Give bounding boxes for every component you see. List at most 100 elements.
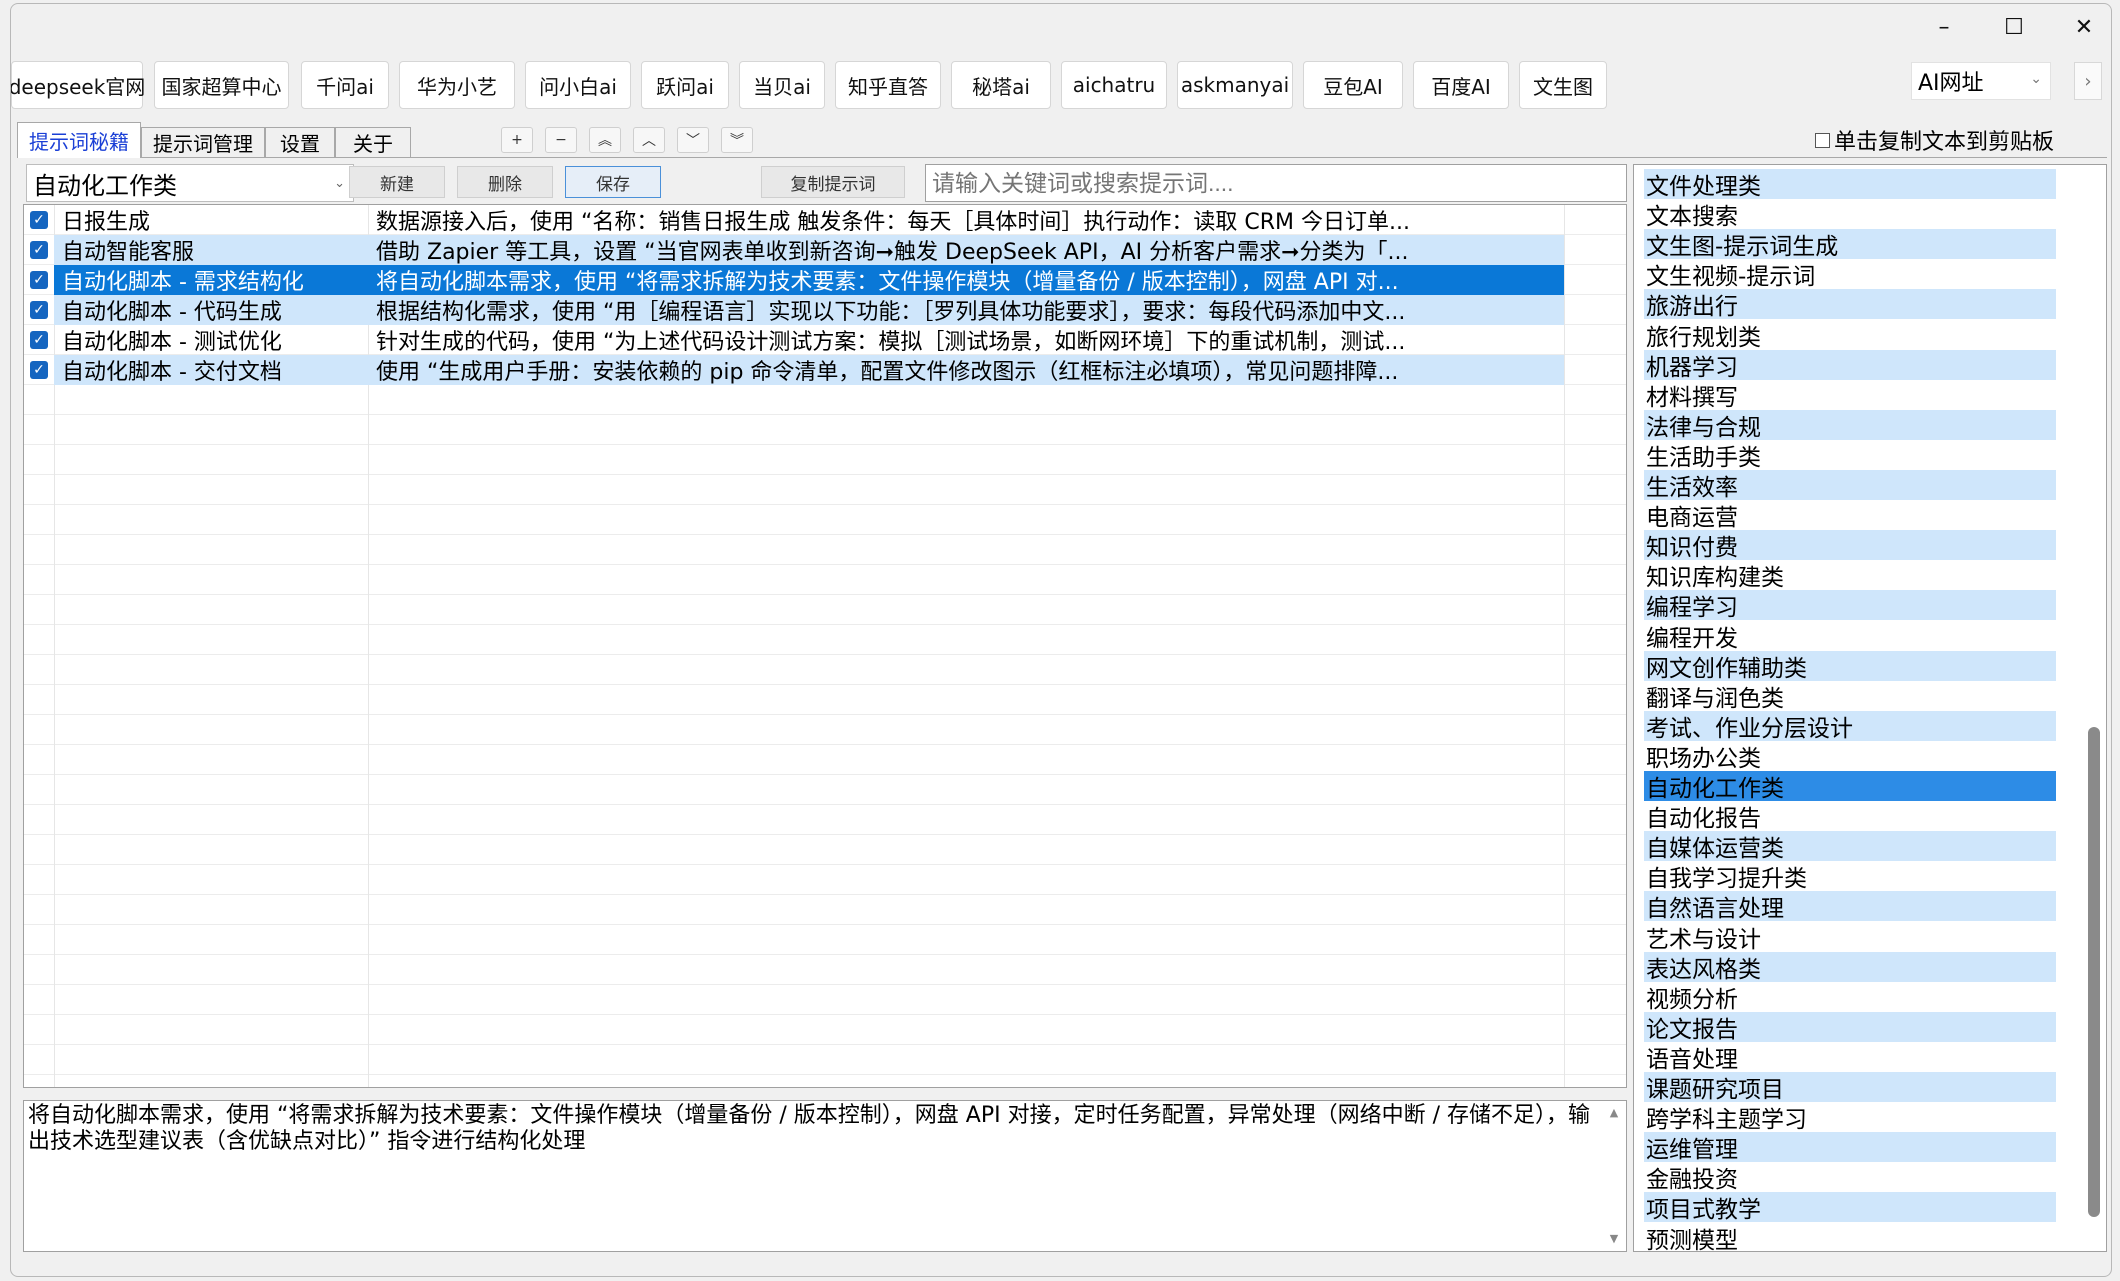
tab-2[interactable]: 设置 (265, 127, 335, 157)
category-item[interactable]: 自然语言处理 (1644, 891, 2056, 922)
category-item[interactable]: 网文创作辅助类 (1644, 650, 2056, 682)
category-item[interactable]: 跨学科主题学习 (1644, 1102, 2056, 1133)
checkbox-checked-icon[interactable]: ✓ (30, 271, 48, 289)
maximize-icon[interactable]: ☐ (1979, 4, 2049, 50)
close-icon[interactable]: ✕ (2049, 4, 2111, 50)
category-item[interactable]: 预测模型 (1644, 1223, 2056, 1252)
search-input[interactable] (925, 164, 1627, 202)
category-item[interactable]: 项目式教学 (1644, 1192, 2056, 1223)
scroll-down-icon[interactable]: ▼ (1602, 1229, 1626, 1249)
table-row[interactable]: ✓ 自动化脚本 - 需求结构化 将自动化脚本需求，使用 “将需求拆解为技术要素：文件… (24, 265, 1564, 295)
site-button[interactable]: 国家超算中心 (154, 61, 289, 109)
checkbox-checked-icon[interactable]: ✓ (30, 211, 48, 229)
category-item[interactable]: 材料撰写 (1644, 380, 2056, 411)
table-row[interactable]: ✓ 自动化脚本 - 代码生成 根据结构化需求，使用 “用［编程语言］实现以下功能：［… (24, 295, 1564, 325)
category-select-value: 自动化工作类 (33, 171, 177, 200)
table-row[interactable]: ✓ 自动化脚本 - 交付文档 使用 “生成用户手册：安装依赖的 pip 命令清单，配… (24, 355, 1564, 385)
category-item[interactable]: 自我学习提升类 (1644, 861, 2056, 892)
site-button[interactable]: aichatru (1061, 61, 1167, 109)
new-button[interactable]: 新建 (349, 166, 445, 198)
scrollbar-thumb[interactable] (2088, 727, 2100, 1217)
tab-0[interactable]: 提示词秘籍 (17, 122, 141, 158)
checkbox-checked-icon[interactable]: ✓ (30, 361, 48, 379)
save-button[interactable]: 保存 (565, 166, 661, 198)
prompt-table[interactable]: ✓ 日报生成 数据源接入后，使用 “名称：销售日报生成 触发条件：每天［具体时间］执… (23, 204, 1627, 1088)
move-top-button[interactable]: ︽ (589, 127, 621, 153)
checkbox-checked-icon[interactable]: ✓ (30, 301, 48, 319)
copy-to-clipboard-checkbox[interactable]: 单击复制文本到剪贴板 (1815, 124, 2054, 156)
site-button[interactable]: 华为小艺 (399, 61, 515, 109)
copy-prompt-button[interactable]: 复制提示词 (761, 166, 905, 198)
category-select[interactable]: 自动化工作类 ⌄ (26, 164, 354, 202)
category-item[interactable]: 表达风格类 (1644, 951, 2056, 983)
category-item[interactable]: 电商运营 (1644, 500, 2056, 531)
category-item[interactable]: 论文报告 (1644, 1011, 2056, 1043)
detail-scrollbar[interactable]: ▲ ▼ (1602, 1101, 1626, 1251)
site-button[interactable]: deepseek官网 (11, 61, 145, 109)
category-item[interactable]: 自媒体运营类 (1644, 831, 2056, 862)
category-item[interactable]: 旅游出行 (1644, 289, 2056, 320)
category-item[interactable]: 运维管理 (1644, 1132, 2056, 1163)
prompt-detail-textarea[interactable]: 将自动化脚本需求，使用 “将需求拆解为技术要素：文件操作模块（增量备份 / 版本… (23, 1100, 1627, 1252)
site-button[interactable]: 问小白ai (525, 61, 631, 109)
move-bottom-button[interactable]: ︾ (721, 127, 753, 153)
go-button[interactable]: › (2074, 62, 2102, 100)
tab-3[interactable]: 关于 (335, 127, 411, 157)
category-item[interactable]: 视频分析 (1644, 982, 2056, 1013)
row-checkbox-cell: ✓ (24, 235, 54, 265)
checkbox-box[interactable] (1815, 132, 1830, 148)
table-row[interactable]: ✓ 自动化脚本 - 测试优化 针对生成的代码，使用 “为上述代码设计测试方案：模拟［… (24, 325, 1564, 355)
category-item[interactable]: 编程学习 (1644, 590, 2056, 621)
site-button[interactable]: 千问ai (301, 61, 389, 109)
remove-row-button[interactable]: − (545, 127, 577, 153)
category-item[interactable]: 生活助手类 (1644, 440, 2056, 471)
category-item[interactable]: 考试、作业分层设计 (1644, 710, 2056, 742)
site-button[interactable]: askmanyai (1177, 61, 1293, 109)
site-button[interactable]: 知乎直答 (835, 61, 941, 109)
delete-button[interactable]: 删除 (457, 166, 553, 198)
row-title: 自动化脚本 - 代码生成 (54, 295, 368, 325)
add-row-button[interactable]: + (501, 127, 533, 153)
chevron-down-icon: ⌄ (334, 176, 345, 191)
category-item[interactable]: 自动化工作类 (1644, 771, 2056, 802)
copy-checkbox-label: 单击复制文本到剪贴板 (1834, 130, 2055, 155)
category-item[interactable]: 法律与合规 (1644, 409, 2056, 441)
category-item[interactable]: 文件处理类 (1644, 169, 2056, 200)
site-button[interactable]: 当贝ai (739, 61, 825, 109)
category-item[interactable]: 职场办公类 (1644, 741, 2056, 772)
table-row[interactable]: ✓ 日报生成 数据源接入后，使用 “名称：销售日报生成 触发条件：每天［具体时间］执… (24, 205, 1564, 235)
category-item[interactable]: 编程开发 (1644, 621, 2056, 652)
category-item[interactable]: 旅行规划类 (1644, 320, 2056, 351)
checkbox-checked-icon[interactable]: ✓ (30, 331, 48, 349)
site-button[interactable]: 百度AI (1413, 61, 1509, 109)
site-button[interactable]: 跃问ai (641, 61, 729, 109)
category-item[interactable]: 金融投资 (1644, 1162, 2056, 1193)
category-item[interactable]: 机器学习 (1644, 349, 2056, 381)
category-list[interactable]: 文件处理类 文本搜索 文生图-提示词生成 文生视频-提示词 旅游出行 旅行规划类 机器学习材… (1633, 164, 2107, 1252)
move-up-button[interactable]: ︿ (633, 127, 665, 153)
move-down-button[interactable]: ﹀ (677, 127, 709, 153)
category-item[interactable]: 知识付费 (1644, 530, 2056, 561)
category-item[interactable]: 生活效率 (1644, 470, 2056, 501)
table-row[interactable]: ✓ 自动智能客服 借助 Zapier 等工具，设置 “当官网表单收到新咨询➞触发 D… (24, 235, 1564, 265)
category-item[interactable]: 文本搜索 (1644, 199, 2056, 230)
ai-url-select[interactable]: AI网址 ⌄ (1911, 62, 2051, 100)
category-item[interactable]: 翻译与润色类 (1644, 681, 2056, 712)
site-button[interactable]: 秘塔ai (951, 61, 1051, 109)
category-item[interactable]: 语音处理 (1644, 1042, 2056, 1073)
category-item[interactable]: 文生图-提示词生成 (1644, 229, 2056, 260)
category-item[interactable]: 文生视频-提示词 (1644, 259, 2056, 290)
row-content: 针对生成的代码，使用 “为上述代码设计测试方案：模拟［测试场景，如断网环境］下的… (376, 330, 1406, 355)
site-button[interactable]: 豆包AI (1303, 61, 1403, 109)
category-item[interactable]: 课题研究项目 (1644, 1072, 2056, 1103)
site-button[interactable]: 文生图 (1519, 61, 1607, 109)
checkbox-checked-icon[interactable]: ✓ (30, 241, 48, 259)
category-item[interactable]: 艺术与设计 (1644, 922, 2056, 953)
minimize-icon[interactable]: – (1909, 4, 1979, 50)
category-scrollbar[interactable] (2080, 167, 2102, 1249)
ai-url-select-value: AI网址 (1918, 71, 1984, 96)
category-item[interactable]: 自动化报告 (1644, 801, 2056, 832)
category-item[interactable]: 知识库构建类 (1644, 560, 2056, 591)
scroll-up-icon[interactable]: ▲ (1602, 1103, 1626, 1123)
tab-1[interactable]: 提示词管理 (141, 127, 265, 157)
